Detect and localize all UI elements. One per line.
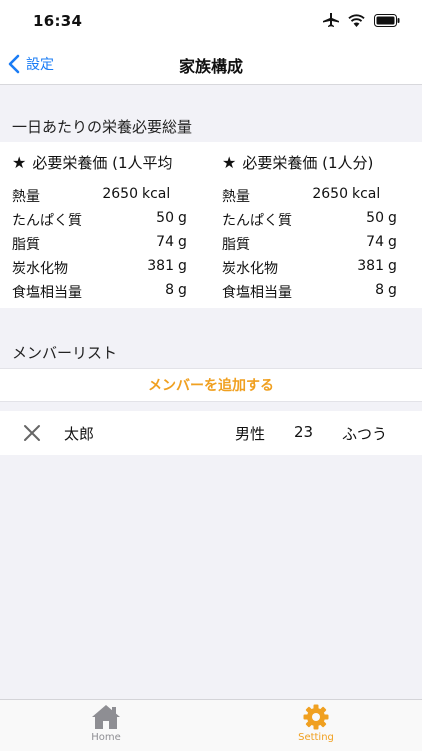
nutrient-row: 脂質 74 g bbox=[222, 234, 404, 258]
column-title-label: 必要栄養価 (1人分) bbox=[242, 154, 374, 172]
add-member-row: メンバーを追加する bbox=[0, 368, 422, 402]
gear-icon bbox=[303, 704, 329, 730]
nutrient-row: たんぱく質 50 g bbox=[222, 210, 404, 234]
nutrient-row: 熱量 2650 kcal bbox=[222, 186, 404, 210]
nutrient-value: 2650 bbox=[102, 186, 138, 202]
column-title: ★ 必要栄養価 (1人平均 bbox=[12, 152, 173, 173]
nutrient-label: 熱量 bbox=[12, 189, 40, 205]
column-title-label: 必要栄養価 (1人平均 bbox=[32, 154, 173, 172]
battery-icon bbox=[374, 13, 400, 27]
nutrient-value: 74 bbox=[366, 234, 384, 250]
nutrient-value: 50 bbox=[366, 210, 384, 226]
nutrient-label: 食塩相当量 bbox=[12, 285, 82, 301]
member-gender: 男性 bbox=[235, 425, 266, 443]
nutrient-label: 食塩相当量 bbox=[222, 285, 292, 301]
nutrient-row: 脂質 74 g bbox=[12, 234, 194, 258]
nutrient-label: 熱量 bbox=[222, 189, 250, 205]
page-title: 家族構成 bbox=[178, 57, 243, 76]
nutrient-label: 脂質 bbox=[12, 237, 40, 253]
nutrient-row: 食塩相当量 8 g bbox=[12, 282, 194, 306]
nutrient-unit: kcal bbox=[352, 186, 381, 202]
nutrient-unit: g bbox=[178, 282, 187, 298]
nutrient-row: 炭水化物 381 g bbox=[222, 258, 404, 282]
airplane-icon bbox=[323, 13, 339, 27]
member-section-title: メンバーリスト bbox=[12, 344, 118, 362]
nutrient-unit: g bbox=[388, 258, 397, 274]
nutrient-unit: g bbox=[178, 258, 187, 274]
nutrient-unit: g bbox=[388, 234, 397, 250]
nutrient-value: 381 bbox=[357, 258, 384, 274]
nutrient-value: 8 bbox=[165, 282, 174, 298]
member-name: 太郎 bbox=[64, 425, 95, 443]
nutrient-value: 50 bbox=[156, 210, 174, 226]
nutrient-value: 2650 bbox=[312, 186, 348, 202]
tab-setting[interactable]: Setting bbox=[261, 704, 371, 748]
nutrient-row: 熱量 2650 kcal bbox=[12, 186, 194, 210]
status-bar: 16:34 bbox=[0, 0, 422, 44]
nutrient-value: 381 bbox=[147, 258, 174, 274]
nutrient-unit: g bbox=[178, 210, 187, 226]
nutrition-card: ★ 必要栄養価 (1人平均 熱量 2650 kcal たんぱく質 50 g 脂質… bbox=[0, 142, 422, 308]
tab-setting-label: Setting bbox=[298, 732, 334, 743]
nutrient-row: 炭水化物 381 g bbox=[12, 258, 194, 282]
column-title: ★ 必要栄養価 (1人分) bbox=[222, 152, 373, 173]
nutrient-unit: g bbox=[388, 210, 397, 226]
nutrient-label: 炭水化物 bbox=[12, 261, 68, 277]
nutrient-row: 食塩相当量 8 g bbox=[222, 282, 404, 306]
nutrient-label: たんぱく質 bbox=[12, 213, 82, 229]
wifi-icon bbox=[348, 13, 365, 27]
nutrient-label: たんぱく質 bbox=[222, 213, 292, 229]
add-member-button[interactable]: メンバーを追加する bbox=[0, 375, 422, 395]
nav-bar: 設定 家族構成 bbox=[0, 44, 422, 85]
member-row[interactable]: 太郎 男性 23 ふつう bbox=[0, 411, 422, 455]
nutrient-value: 74 bbox=[156, 234, 174, 250]
nutrient-unit: g bbox=[388, 282, 397, 298]
status-time: 16:34 bbox=[33, 12, 83, 30]
tab-bar: Home Setting bbox=[0, 699, 422, 751]
status-icons bbox=[323, 13, 400, 27]
nutrient-unit: kcal bbox=[142, 186, 171, 202]
nutrient-value: 8 bbox=[375, 282, 384, 298]
house-icon bbox=[92, 705, 120, 729]
star-icon: ★ bbox=[222, 153, 237, 172]
tab-home[interactable]: Home bbox=[51, 704, 161, 748]
member-activity-level: ふつう bbox=[342, 425, 388, 443]
nutrient-label: 炭水化物 bbox=[222, 261, 278, 277]
close-icon[interactable] bbox=[22, 423, 42, 443]
nutrition-section-title: 一日あたりの栄養必要総量 bbox=[12, 118, 193, 136]
nutrient-row: たんぱく質 50 g bbox=[12, 210, 194, 234]
nutrient-label: 脂質 bbox=[222, 237, 250, 253]
nutrient-unit: g bbox=[178, 234, 187, 250]
member-age: 23 bbox=[294, 423, 314, 441]
star-icon: ★ bbox=[12, 153, 27, 172]
tab-home-label: Home bbox=[91, 732, 121, 743]
